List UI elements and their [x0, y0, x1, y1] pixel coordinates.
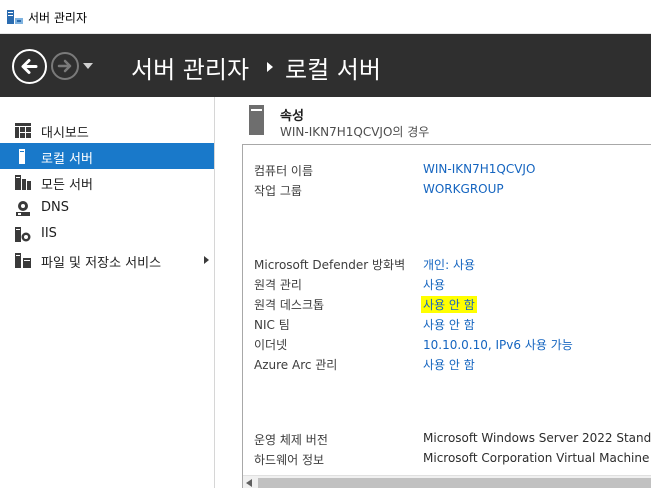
breadcrumb-current: 로컬 서버 — [285, 56, 381, 84]
sidebar-item-iis[interactable]: IIS — [0, 221, 214, 247]
sidebar-item-label: 로컬 서버 — [41, 152, 93, 167]
prop-label-hardware-info: 하드웨어 정보 — [254, 453, 325, 467]
prop-value-firewall[interactable]: 개인: 사용 — [423, 256, 475, 273]
prop-value-computer-name[interactable]: WIN-IKN7H1QCVJO — [423, 162, 535, 176]
title-bar: 서버 관리자 — [0, 0, 651, 34]
main-content: 속성 WIN-IKN7H1QCVJO의 경우 컴퓨터 이름 WIN-IKN7H1… — [215, 97, 651, 488]
sidebar-item-label: 모든 서버 — [41, 178, 93, 193]
sidebar-item-label: DNS — [41, 200, 69, 215]
iis-icon — [15, 227, 31, 242]
local-server-icon — [19, 149, 25, 164]
prop-value-azure-arc[interactable]: 사용 안 함 — [423, 356, 475, 373]
forward-arrow-icon — [57, 59, 72, 73]
sidebar-item-label: 대시보드 — [41, 126, 89, 141]
prop-label-azure-arc: Azure Arc 관리 — [254, 358, 338, 372]
file-storage-icon — [15, 253, 31, 268]
prop-value-os-version: Microsoft Windows Server 2022 Standard — [423, 431, 651, 445]
chevron-right-icon[interactable] — [204, 256, 209, 264]
prop-label-firewall: Microsoft Defender 방화벽 — [254, 258, 406, 272]
properties-subtitle: WIN-IKN7H1QCVJO의 경우 — [280, 125, 430, 139]
breadcrumb-root[interactable]: 서버 관리자 — [131, 50, 249, 85]
properties-title: 속성 — [280, 109, 304, 124]
back-button[interactable] — [12, 49, 47, 84]
prop-label-nic-teaming: NIC 팀 — [254, 318, 290, 332]
sidebar: 대시보드 로컬 서버 모든 서버 DNS IIS 파일 및 저장소 서비스 — [0, 97, 214, 488]
horizontal-scrollbar[interactable] — [243, 475, 651, 488]
forward-button[interactable] — [51, 52, 79, 80]
sidebar-item-label: IIS — [41, 226, 57, 241]
dashboard-grid-icon — [15, 123, 31, 138]
server-manager-icon — [7, 10, 23, 24]
dns-icon — [16, 201, 30, 216]
prop-label-ethernet: 이더넷 — [254, 338, 288, 352]
chevron-right-icon — [267, 62, 273, 72]
properties-panel: 컴퓨터 이름 WIN-IKN7H1QCVJO 작업 그룹 WORKGROUP M… — [242, 144, 651, 488]
header-bar: 서버 관리자 로컬 서버 — [0, 34, 651, 97]
prop-label-computer-name: 컴퓨터 이름 — [254, 164, 314, 178]
prop-value-remote-desktop[interactable]: 사용 안 함 — [421, 296, 477, 313]
prop-value-hardware-info: Microsoft Corporation Virtual Machine — [423, 451, 650, 465]
sidebar-item-dashboard[interactable]: 대시보드 — [0, 117, 214, 143]
prop-label-os-version: 운영 체제 버전 — [254, 433, 328, 447]
prop-label-remote-management: 원격 관리 — [254, 278, 302, 292]
server-properties-icon — [249, 105, 264, 135]
chevron-down-icon[interactable] — [83, 62, 93, 70]
scrollbar-thumb[interactable] — [258, 478, 651, 488]
all-servers-icon — [15, 175, 31, 190]
prop-label-workgroup: 작업 그룹 — [254, 184, 302, 198]
prop-value-ethernet[interactable]: 10.10.0.10, IPv6 사용 가능 — [423, 336, 573, 353]
prop-value-workgroup[interactable]: WORKGROUP — [423, 182, 504, 196]
window-title: 서버 관리자 — [28, 11, 88, 25]
sidebar-item-all-servers[interactable]: 모든 서버 — [0, 169, 214, 195]
prop-value-nic-teaming[interactable]: 사용 안 함 — [423, 316, 475, 333]
sidebar-item-file-storage[interactable]: 파일 및 저장소 서비스 — [0, 247, 214, 273]
back-arrow-icon — [21, 59, 38, 74]
server-manager-window: 서버 관리자 서버 관리자 로컬 서버 대시보드 로컬 서버 모든 서버 DNS… — [0, 0, 651, 488]
prop-label-remote-desktop: 원격 데스크톱 — [254, 298, 325, 312]
prop-value-remote-management[interactable]: 사용 — [423, 276, 445, 293]
sidebar-item-label: 파일 및 저장소 서비스 — [41, 256, 162, 271]
sidebar-item-local-server[interactable]: 로컬 서버 — [0, 143, 214, 169]
sidebar-item-dns[interactable]: DNS — [0, 195, 214, 221]
scroll-left-icon[interactable] — [246, 479, 252, 487]
